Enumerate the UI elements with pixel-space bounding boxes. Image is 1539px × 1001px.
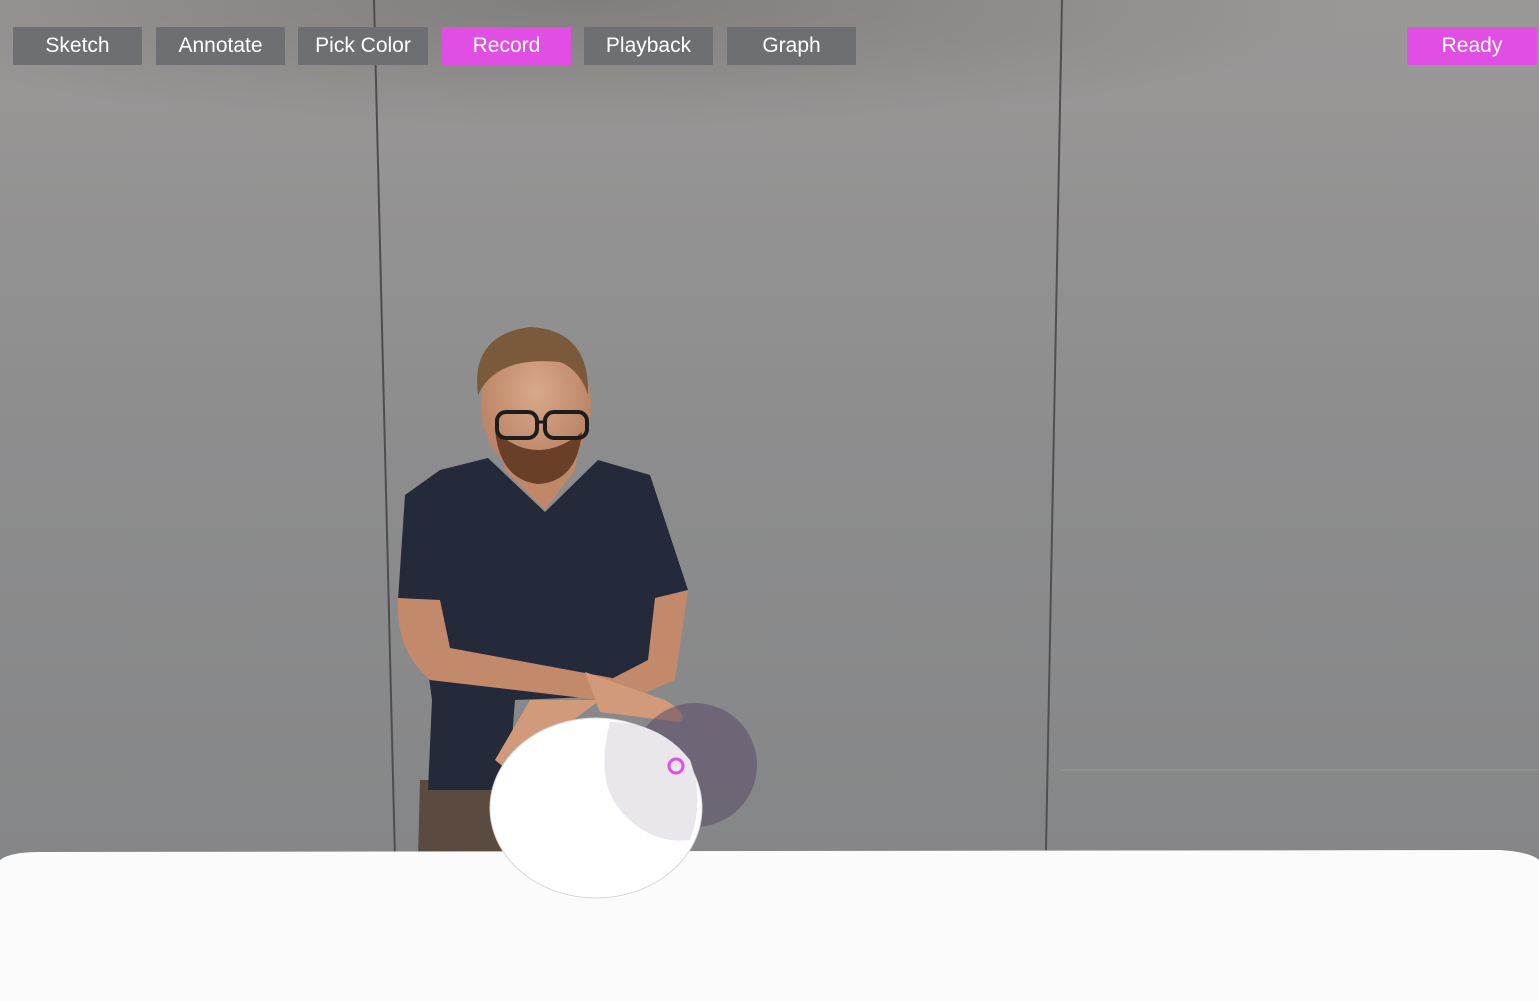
status-badge: Ready xyxy=(1407,27,1537,65)
annotate-button[interactable]: Annotate xyxy=(156,27,285,65)
pick-color-button[interactable]: Pick Color xyxy=(298,27,428,65)
graph-button[interactable]: Graph xyxy=(727,27,856,65)
sketch-button[interactable]: Sketch xyxy=(13,27,142,65)
record-button[interactable]: Record xyxy=(442,27,571,65)
background-wall xyxy=(0,0,1539,870)
ball[interactable] xyxy=(489,717,703,899)
table xyxy=(0,850,1539,1001)
playback-button[interactable]: Playback xyxy=(584,27,713,65)
camera-view[interactable] xyxy=(0,0,1539,1001)
